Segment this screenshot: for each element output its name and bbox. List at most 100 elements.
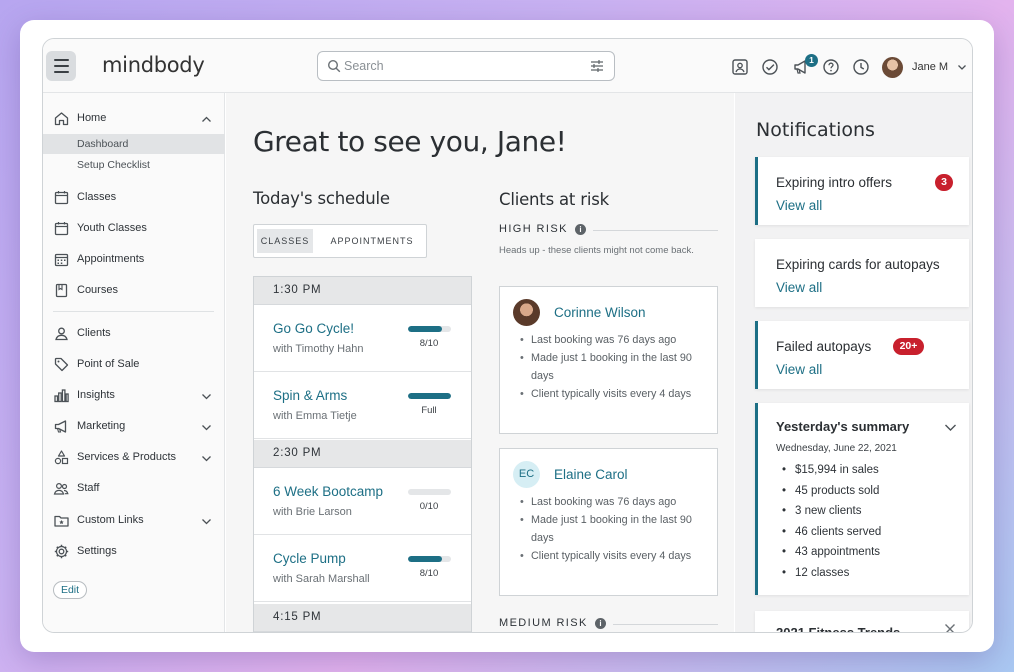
sidebar-item-services-products[interactable]: Services & Products bbox=[43, 446, 225, 470]
list-item: Last booking was 76 days ago bbox=[518, 331, 710, 349]
sidebar-item-label: Marketing bbox=[77, 420, 126, 432]
check-circle-icon[interactable] bbox=[761, 58, 779, 76]
edit-button[interactable]: Edit bbox=[53, 581, 87, 599]
gear-icon bbox=[54, 544, 69, 559]
sidebar-item-insights[interactable]: Insights bbox=[43, 384, 225, 408]
class-name[interactable]: Go Go Cycle! bbox=[273, 321, 354, 336]
hamburger-icon-line bbox=[53, 65, 69, 67]
sidebar-item-label: Youth Classes bbox=[77, 222, 147, 234]
chevron-down-icon bbox=[202, 425, 211, 431]
info-icon[interactable]: i bbox=[595, 618, 606, 629]
list-item: $15,994 in sales bbox=[782, 460, 881, 481]
client-name[interactable]: Elaine Carol bbox=[554, 467, 628, 482]
view-all-link[interactable]: View all bbox=[776, 280, 822, 295]
class-row[interactable]: 6 Week Bootcamp with Brie Larson 0/10 bbox=[254, 468, 471, 535]
class-name[interactable]: 6 Week Bootcamp bbox=[273, 484, 383, 499]
sidebar-item-classes[interactable]: Classes bbox=[43, 186, 225, 210]
notification-card[interactable]: Expiring cards for autopays View all bbox=[755, 239, 969, 307]
capacity-bar-fill bbox=[408, 556, 443, 562]
sidebar-item-label: Setup Checklist bbox=[77, 159, 150, 171]
filter-sliders-icon[interactable] bbox=[590, 59, 604, 73]
notifications-title: Notifications bbox=[756, 119, 875, 141]
chevron-down-icon bbox=[202, 519, 211, 525]
sidebar-item-custom-links[interactable]: Custom Links bbox=[43, 509, 225, 533]
hamburger-icon-line bbox=[53, 71, 69, 73]
class-row[interactable]: Cycle Pump with Sarah Marshall 8/10 bbox=[254, 535, 471, 602]
sidebar-item-point-of-sale[interactable]: Point of Sale bbox=[43, 353, 225, 377]
calendar-icon bbox=[54, 191, 69, 205]
calendar-grid-icon bbox=[54, 253, 69, 267]
people-icon bbox=[53, 482, 69, 495]
client-name[interactable]: Corinne Wilson bbox=[554, 305, 646, 320]
sidebar-item-label: Point of Sale bbox=[77, 358, 140, 370]
calendar-icon bbox=[54, 222, 69, 236]
sidebar-item-home[interactable]: Home bbox=[43, 107, 225, 131]
capacity-label: 8/10 bbox=[419, 568, 439, 579]
search-bar[interactable] bbox=[317, 51, 615, 81]
sidebar-item-clients[interactable]: Clients bbox=[43, 322, 225, 346]
menu-toggle-button[interactable] bbox=[46, 51, 76, 81]
search-input[interactable] bbox=[344, 56, 584, 76]
count-badge: 3 bbox=[935, 174, 953, 191]
sidebar-item-label: Insights bbox=[77, 389, 115, 401]
clock-icon[interactable] bbox=[852, 58, 870, 76]
chevron-down-icon bbox=[202, 456, 211, 462]
notification-card[interactable]: Expiring intro offers 3 View all bbox=[755, 157, 969, 225]
tab-appointments[interactable]: APPOINTMENTS bbox=[324, 229, 420, 253]
sidebar-item-courses[interactable]: Courses bbox=[43, 279, 225, 303]
sidebar-divider bbox=[53, 311, 214, 312]
sidebar-item-label: Appointments bbox=[77, 253, 145, 265]
notification-title: Expiring intro offers bbox=[776, 175, 893, 190]
client-card[interactable]: Corinne Wilson Last booking was 76 days … bbox=[499, 286, 718, 434]
class-instructor: with Timothy Hahn bbox=[273, 343, 364, 355]
sidebar-item-dashboard[interactable]: Dashboard bbox=[43, 134, 225, 154]
sidebar-item-marketing[interactable]: Marketing bbox=[43, 415, 225, 439]
app-logo[interactable]: mindbody bbox=[102, 53, 205, 77]
list-item: 3 new clients bbox=[782, 501, 881, 522]
person-icon bbox=[55, 327, 68, 341]
avatar bbox=[513, 299, 540, 326]
sidebar-item-appointments[interactable]: Appointments bbox=[43, 248, 225, 272]
time-slot-label: 1:30 PM bbox=[273, 284, 322, 296]
sidebar-item-youth-classes[interactable]: Youth Classes bbox=[43, 217, 225, 241]
class-instructor: with Brie Larson bbox=[273, 506, 352, 518]
sidebar-item-setup-checklist[interactable]: Setup Checklist bbox=[43, 155, 225, 175]
capacity-bar-fill bbox=[408, 393, 451, 399]
chevron-up-icon bbox=[202, 116, 211, 122]
list-item: Made just 1 booking in the last 90 days bbox=[518, 349, 710, 385]
capacity-bar bbox=[408, 556, 451, 562]
help-icon[interactable] bbox=[822, 58, 840, 76]
view-all-link[interactable]: View all bbox=[776, 198, 822, 213]
class-row[interactable]: Spin & Arms with Emma Tietje Full bbox=[254, 372, 471, 439]
class-row[interactable]: Go Go Cycle! with Timothy Hahn 8/10 bbox=[254, 305, 471, 372]
class-name[interactable]: Spin & Arms bbox=[273, 388, 347, 403]
class-instructor: with Sarah Marshall bbox=[273, 573, 370, 585]
high-risk-note: Heads up - these clients might not come … bbox=[499, 245, 694, 256]
time-slot-label: 4:15 PM bbox=[273, 611, 322, 623]
client-card[interactable]: EC Elaine Carol Last booking was 76 days… bbox=[499, 448, 718, 596]
count-badge: 20+ bbox=[893, 338, 924, 355]
contact-card-icon[interactable] bbox=[731, 58, 749, 76]
capacity-bar bbox=[408, 326, 451, 332]
window-frame: mindbody 1 Jane M Home Dashboard Setup C… bbox=[20, 20, 994, 652]
notification-card[interactable]: 2021 Fitness Trends bbox=[755, 611, 969, 633]
sidebar-item-label: Custom Links bbox=[77, 514, 144, 526]
avatar-initials: EC bbox=[513, 461, 540, 488]
sidebar-item-staff[interactable]: Staff bbox=[43, 477, 225, 501]
list-item: Client typically visits every 4 days bbox=[518, 385, 710, 403]
app-window: mindbody 1 Jane M Home Dashboard Setup C… bbox=[42, 38, 973, 633]
tag-icon bbox=[54, 357, 69, 372]
notification-card[interactable]: Failed autopays 20+ View all bbox=[755, 321, 969, 389]
class-name[interactable]: Cycle Pump bbox=[273, 551, 346, 566]
chevron-down-icon bbox=[958, 65, 967, 70]
hamburger-icon bbox=[53, 59, 69, 61]
view-all-link[interactable]: View all bbox=[776, 362, 822, 377]
sidebar-item-settings[interactable]: Settings bbox=[43, 540, 225, 564]
capacity-bar bbox=[408, 393, 451, 399]
close-icon[interactable] bbox=[944, 623, 956, 633]
tab-classes[interactable]: CLASSES bbox=[257, 229, 313, 253]
chevron-down-icon[interactable] bbox=[944, 421, 957, 434]
user-menu[interactable]: Jane M bbox=[882, 56, 967, 78]
info-icon[interactable]: i bbox=[575, 224, 586, 235]
bar-chart-icon bbox=[54, 389, 69, 403]
